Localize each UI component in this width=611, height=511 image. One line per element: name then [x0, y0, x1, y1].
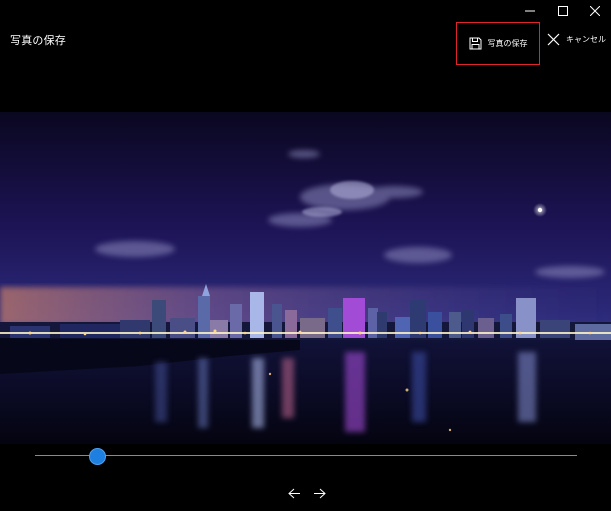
cancel-label: キャンセル	[566, 34, 606, 44]
photo-preview	[0, 112, 611, 444]
page-title: 写真の保存	[10, 34, 66, 47]
minimize-button[interactable]	[513, 0, 547, 22]
photo-trim-slider[interactable]	[35, 446, 577, 466]
slider-thumb[interactable]	[89, 448, 107, 465]
close-window-button[interactable]	[578, 0, 611, 22]
arrow-left-icon	[287, 488, 300, 498]
maximize-button[interactable]	[546, 0, 580, 22]
maximize-icon	[558, 6, 568, 16]
minimize-icon	[525, 10, 535, 12]
close-icon	[590, 6, 600, 16]
cancel-button[interactable]: キャンセル	[547, 28, 609, 50]
app-window: 写真の保存 写真の保存 キャンセル	[0, 0, 611, 511]
floppy-disk-icon	[469, 37, 481, 50]
save-photo-label: 写真の保存	[487, 39, 528, 48]
arrow-right-icon	[313, 488, 326, 498]
close-x-icon	[547, 33, 560, 45]
night-city-skyline-image	[0, 112, 611, 444]
slider-track[interactable]	[35, 455, 577, 456]
next-button[interactable]	[310, 484, 328, 502]
previous-button[interactable]	[285, 484, 303, 502]
save-photo-button[interactable]: 写真の保存	[456, 22, 540, 65]
